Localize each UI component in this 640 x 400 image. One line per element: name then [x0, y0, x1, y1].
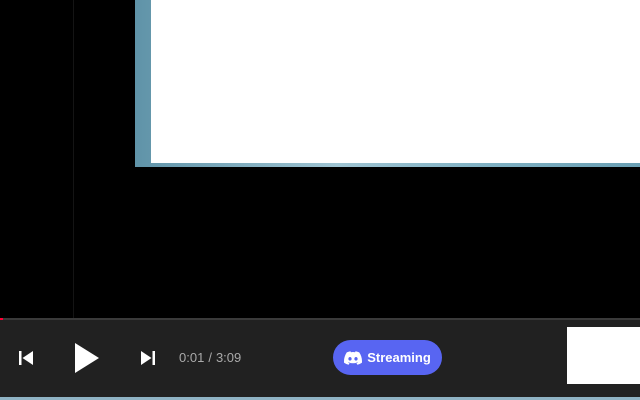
- previous-track-button[interactable]: [12, 344, 40, 372]
- album-art: [151, 0, 640, 163]
- skip-next-icon: [141, 351, 155, 365]
- discord-streaming-label: Streaming: [367, 350, 431, 365]
- player-controls-bar: 0:01/3:09 Streaming: [0, 320, 640, 397]
- discord-icon: [344, 350, 363, 365]
- play-icon: [75, 343, 99, 373]
- mini-player-thumbnail[interactable]: [567, 327, 640, 384]
- time-separator: /: [208, 350, 212, 365]
- next-track-button[interactable]: [134, 344, 162, 372]
- divider-line: [73, 0, 74, 318]
- total-duration: 3:09: [215, 350, 242, 365]
- video-area[interactable]: [0, 0, 640, 318]
- player-window: 0:01/3:09 Streaming: [0, 0, 640, 400]
- discord-streaming-button[interactable]: Streaming: [333, 340, 442, 375]
- current-time: 0:01: [179, 350, 205, 365]
- skip-previous-icon: [19, 351, 33, 365]
- time-display: 0:01/3:09: [179, 350, 241, 366]
- play-button[interactable]: [66, 338, 106, 378]
